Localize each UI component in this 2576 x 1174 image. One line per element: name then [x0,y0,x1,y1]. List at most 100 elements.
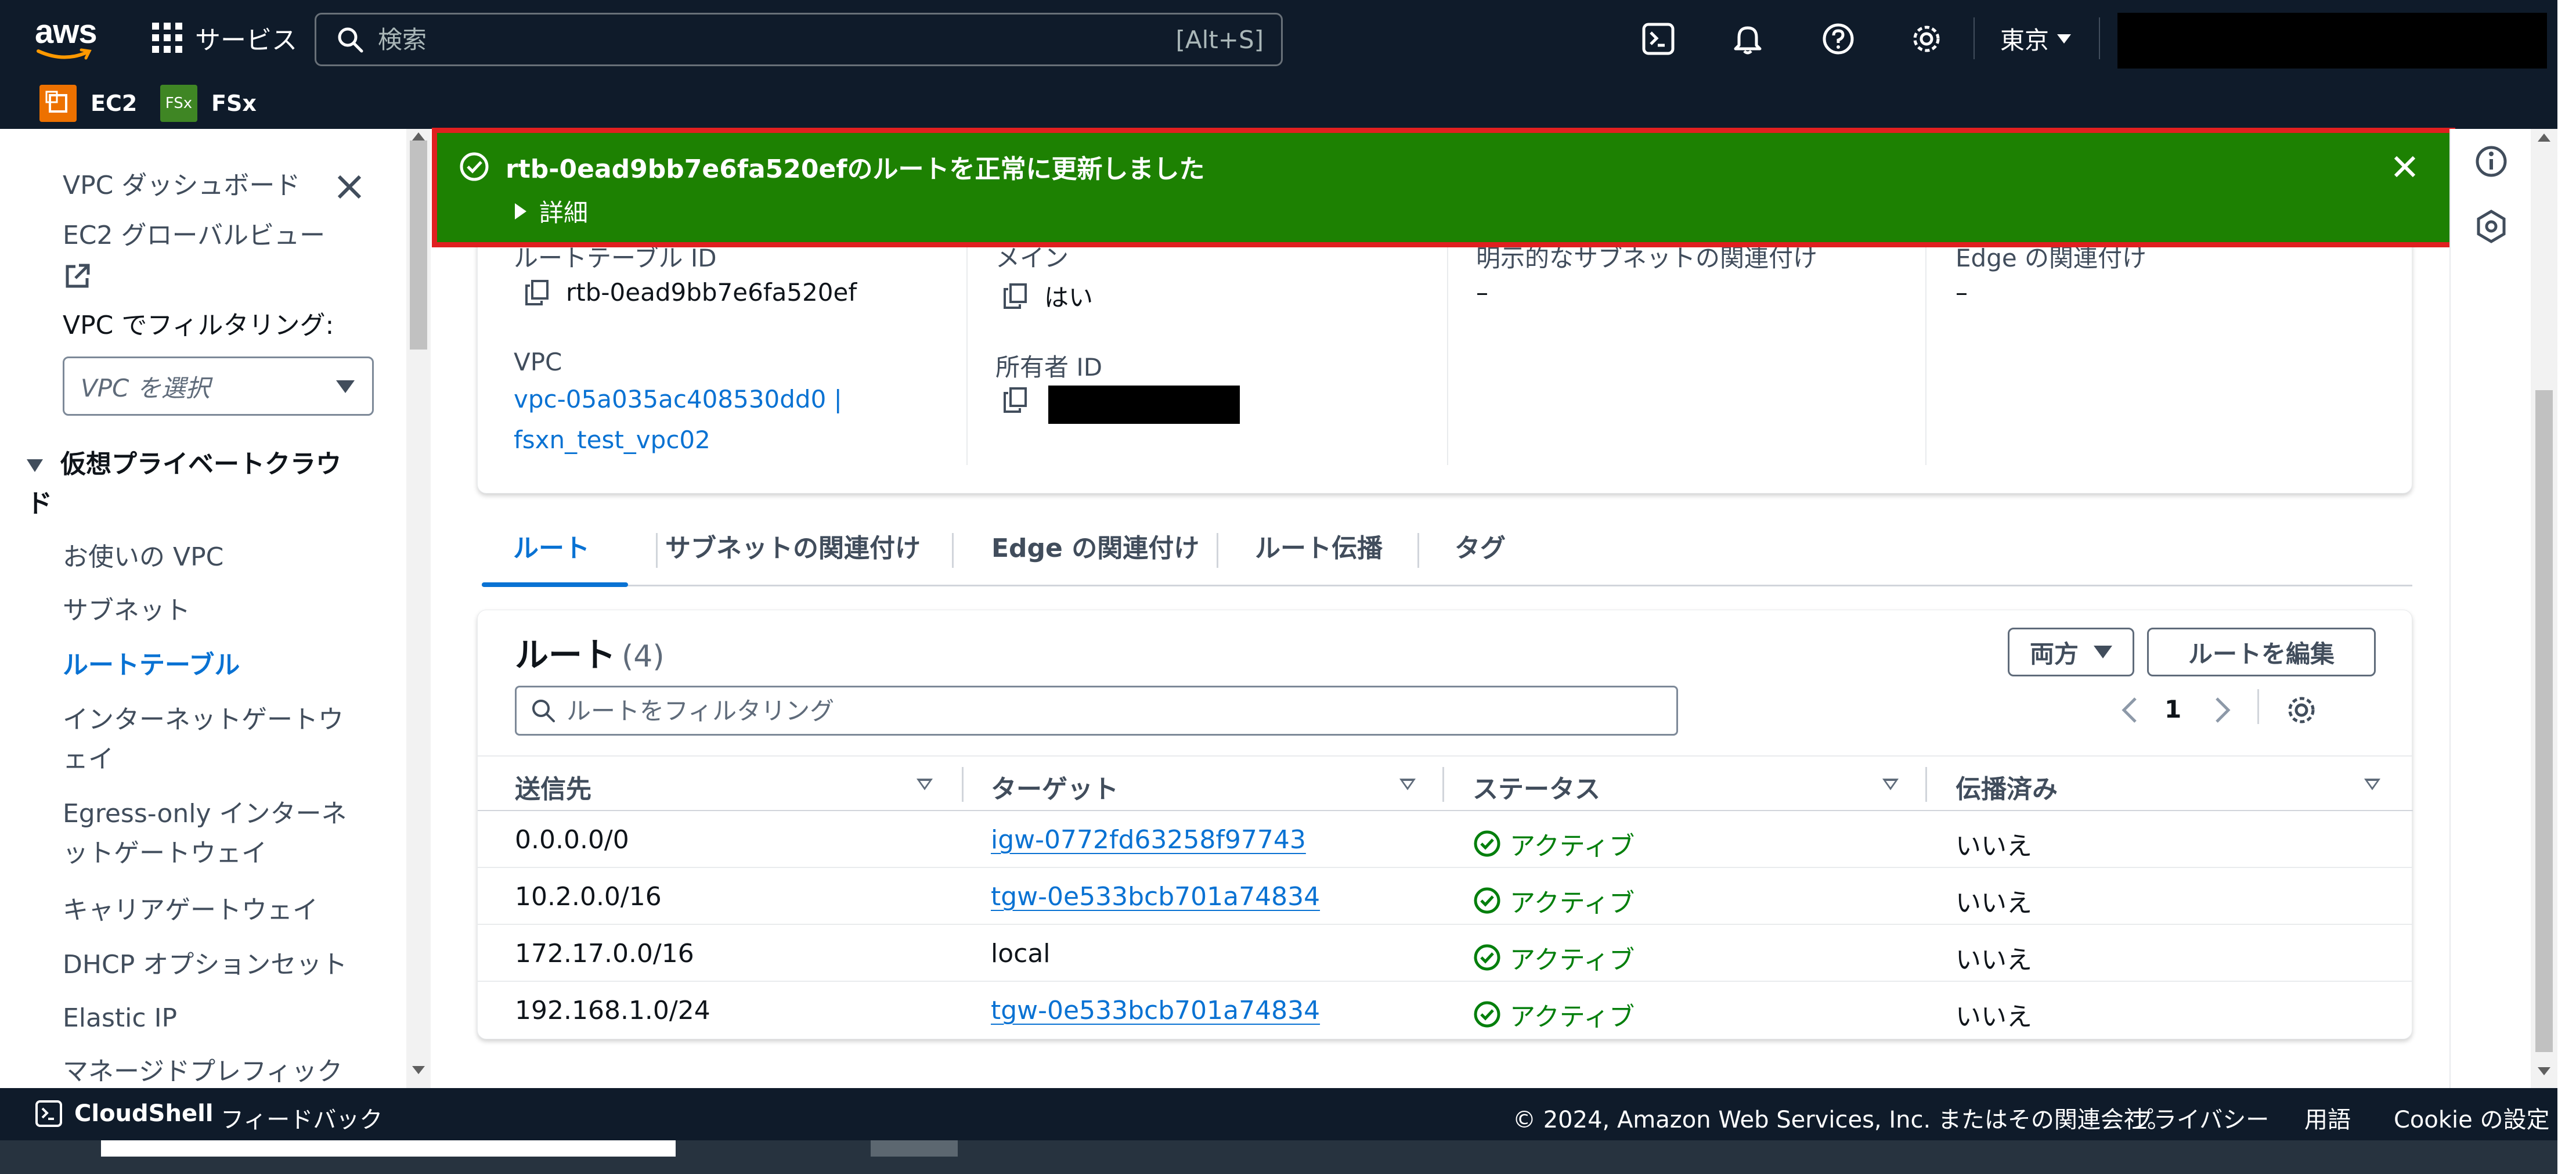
sidebar-item-internet-gateways[interactable]: インターネットゲートウ ェイ [63,700,344,779]
settings-gear-icon[interactable] [1910,22,1943,56]
cell-propagated: いいえ [1956,1002,2032,1032]
sidebar-item-managed-prefix-lists[interactable]: マネージドプレフィック [63,1052,342,1088]
tab-routes[interactable]: ルート [513,527,590,564]
column-resizer[interactable] [962,767,964,802]
sidebar-item-carrier-gateways[interactable]: キャリアゲートウェイ [63,891,318,930]
privacy-link[interactable]: プライバシー [2130,1101,2269,1135]
copy-icon[interactable] [1004,387,1027,413]
aws-logo[interactable]: aws [35,15,99,62]
cell-target-link[interactable]: tgw-0e533bcb701a74834 [991,882,1320,912]
close-icon[interactable] [2389,150,2421,183]
sidebar-section-title-cont: ド [27,489,52,518]
main-value-text: はい [1044,283,1094,312]
tab-subnet-associations[interactable]: サブネットの関連付け [665,527,921,564]
vpc-filter-select[interactable]: VPC を選択 [63,356,374,416]
scroll-up-arrow-icon[interactable] [2538,134,2550,142]
scroll-down-arrow-icon[interactable] [412,1066,425,1074]
routes-filter-input[interactable] [567,696,1611,725]
column-divider [966,233,968,465]
route-type-dropdown[interactable]: 両方 [2008,628,2134,676]
account-menu-redacted[interactable] [2117,13,2547,69]
scrollbar-thumb[interactable] [410,141,427,350]
sidebar-item-route-tables[interactable]: ルートテーブル [63,646,240,685]
routes-count: (4) [622,639,665,674]
global-search-box[interactable]: [Alt+S] [315,13,1283,66]
region-selector[interactable]: 東京 [2000,21,2072,56]
owner-id-value [1004,387,1027,413]
copy-icon[interactable] [1004,283,1027,309]
copy-icon[interactable] [525,279,549,305]
scroll-down-arrow-icon[interactable] [2538,1067,2550,1075]
taskbar-item[interactable] [101,1140,676,1157]
sidebar-item-dhcp-options[interactable]: DHCP オプションセット [63,945,347,985]
cell-target-link[interactable]: igw-0772fd63258f97743 [991,825,1306,855]
flash-details-label: 詳細 [539,199,589,227]
flash-details-toggle[interactable]: 詳細 [515,193,588,229]
nav-divider [2099,17,2100,59]
status-text: アクティブ [1510,1002,1635,1032]
close-icon[interactable] [332,170,367,204]
services-menu-button[interactable]: サービス [152,17,297,58]
tab-route-propagation[interactable]: ルート伝播 [1255,527,1383,564]
help-icon[interactable] [1821,22,1855,56]
current-page[interactable]: 1 [2164,695,2181,723]
cell-target-link[interactable]: tgw-0e533bcb701a74834 [991,996,1320,1025]
sidebar-item-vpc-dashboard[interactable]: VPC ダッシュボード [63,166,300,206]
sidebar-item-your-vpcs[interactable]: お使いの VPC [63,538,223,577]
global-search-input[interactable] [378,25,1074,54]
nav-divider [1974,17,1975,59]
main-scrollbar[interactable] [2531,129,2557,1088]
table-preferences-gear-icon[interactable] [2285,694,2318,726]
cloudshell-button[interactable]: CloudShell [35,1100,214,1128]
column-header-target[interactable]: ターゲット [991,768,1119,805]
column-header-propagated[interactable]: 伝播済み [1956,768,2058,805]
scroll-up-arrow-icon[interactable] [412,132,425,141]
favorite-fsx[interactable]: FSx FSx [160,85,257,122]
scrollbar-thumb[interactable] [2535,390,2553,1052]
column-resizer[interactable] [1925,767,1927,802]
route-table-id-value: rtb-0ead9bb7e6fa520ef [525,278,857,307]
info-icon[interactable] [2474,144,2509,179]
sort-icon[interactable] [917,779,933,790]
expand-triangle-icon [27,459,43,472]
sidebar-item-elastic-ip[interactable]: Elastic IP [63,999,177,1038]
sort-icon[interactable] [1399,779,1416,790]
routes-filter[interactable] [515,686,1678,736]
sort-icon[interactable] [1882,779,1899,790]
sidebar-scrollbar[interactable] [406,129,431,1088]
column-divider [1447,233,1448,465]
sidebar-item-egress-only-igw[interactable]: Egress-only インターネ ットゲートウェイ [63,794,347,873]
taskbar-item[interactable] [871,1140,958,1157]
feedback-link[interactable]: フィードバック [221,1101,383,1135]
column-header-destination[interactable]: 送信先 [515,768,591,805]
favorite-ec2[interactable]: EC2 [39,85,137,122]
tab-tags[interactable]: タグ [1455,527,1506,564]
copyright-text: © 2024, Amazon Web Services, Inc. またはその関… [1513,1107,2170,1133]
vpc-link-name: fsxn_test_vpc02 [514,426,710,454]
edit-routes-button[interactable]: ルートを編集 [2147,628,2376,676]
previous-page-icon[interactable] [2119,695,2140,725]
sidebar-item-label: Egress-only インターネ [63,799,347,829]
cookie-settings-link[interactable]: Cookie の設定 [2394,1101,2549,1135]
tab-edge-associations[interactable]: Edge の関連付け [991,527,1199,564]
cloudshell-icon[interactable] [1641,22,1675,56]
sort-icon[interactable] [2364,779,2380,790]
external-link-icon [66,264,90,288]
column-resizer[interactable] [1442,767,1444,802]
cell-status: アクティブ [1473,939,1635,976]
tools-panel-rail [2449,129,2531,1088]
next-page-icon[interactable] [2212,695,2233,725]
route-type-label: 両方 [2029,639,2079,668]
sidebar-item-label: ェイ [63,744,114,774]
hexagon-settings-icon[interactable] [2474,209,2509,244]
vpc-link[interactable]: vpc-05a035ac408530dd0 | fsxn_test_vpc02 [514,379,842,460]
sidebar-item-subnets[interactable]: サブネット [63,591,190,631]
column-header-status[interactable]: ステータス [1473,768,1600,805]
sidebar-section-vpc[interactable]: 仮想プライベートクラウ ド [27,445,352,524]
notifications-bell-icon[interactable] [1731,22,1765,56]
status-success-icon [1474,887,1500,914]
status-text: アクティブ [1510,831,1635,861]
sidebar-item-ec2-global-view[interactable]: EC2 グローバルビュー [63,216,325,295]
sidebar-item-label: EC2 グローバルビュー [63,221,326,250]
terms-link[interactable]: 用語 [2304,1101,2351,1135]
